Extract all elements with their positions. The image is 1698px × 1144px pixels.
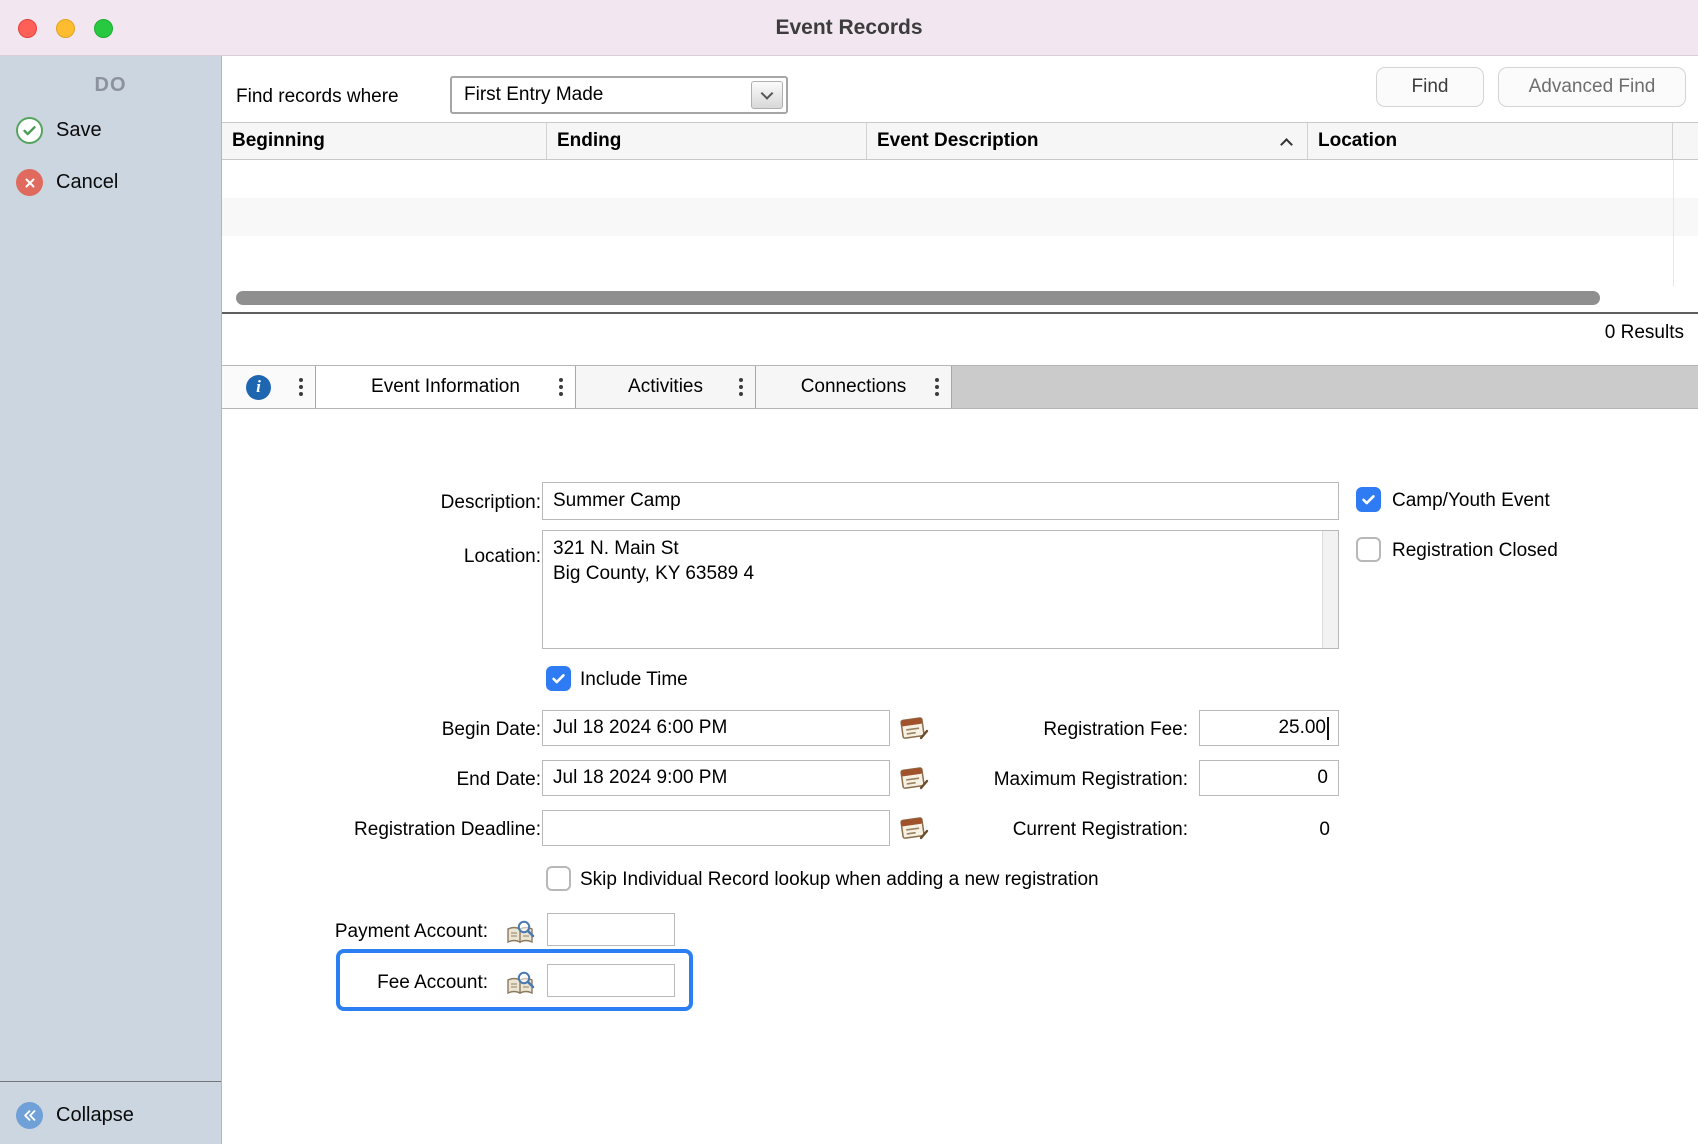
chevron-down-icon bbox=[761, 87, 774, 100]
column-header-location[interactable]: Location bbox=[1308, 123, 1673, 159]
scrollbar-corner bbox=[1673, 123, 1698, 159]
end-date-label: End Date: bbox=[241, 769, 541, 791]
skip-lookup-label: Skip Individual Record lookup when addin… bbox=[580, 869, 1099, 891]
tab-activities[interactable]: Activities bbox=[576, 366, 756, 408]
sidebar-header: DO bbox=[0, 74, 221, 97]
tab-strip: i Event Information Activities Connectio… bbox=[222, 365, 1698, 409]
registration-deadline-label: Registration Deadline: bbox=[241, 819, 541, 841]
camp-youth-event-label: Camp/Youth Event bbox=[1392, 490, 1550, 512]
skip-lookup-checkbox[interactable] bbox=[546, 866, 571, 891]
payment-account-input[interactable] bbox=[547, 913, 675, 946]
current-registration-value: 0 bbox=[1199, 819, 1330, 841]
tab-connections[interactable]: Connections bbox=[756, 366, 952, 408]
fee-account-input[interactable] bbox=[547, 964, 675, 997]
advanced-find-button[interactable]: Advanced Find bbox=[1498, 67, 1686, 107]
include-time-label: Include Time bbox=[580, 669, 688, 691]
column-header-event-description[interactable]: Event Description bbox=[867, 123, 1308, 159]
payment-account-label: Payment Account: bbox=[188, 921, 488, 943]
collapse-sidebar-button[interactable]: Collapse bbox=[16, 1102, 134, 1129]
begin-date-label: Begin Date: bbox=[241, 719, 541, 741]
include-time-checkbox[interactable] bbox=[546, 666, 571, 691]
tab-event-information-label: Event Information bbox=[371, 376, 520, 398]
sidebar-divider bbox=[0, 1081, 221, 1082]
date-picker-icon[interactable] bbox=[897, 764, 929, 792]
double-chevron-left-circle-icon bbox=[16, 1102, 43, 1129]
table-row bbox=[222, 198, 1698, 236]
location-text: 321 N. Main St Big County, KY 63589 4 bbox=[553, 536, 1312, 644]
check-circle-icon bbox=[16, 117, 43, 144]
registration-deadline-input[interactable] bbox=[542, 810, 890, 846]
table-row bbox=[222, 236, 1698, 274]
vertical-ellipsis-icon[interactable] bbox=[739, 385, 743, 389]
find-field-dropdown-value: First Entry Made bbox=[464, 78, 603, 112]
camp-youth-event-checkbox[interactable] bbox=[1356, 487, 1381, 512]
registration-fee-value: 25.00 bbox=[1278, 717, 1326, 739]
table-bottom-border bbox=[222, 312, 1698, 314]
results-table-header: Beginning Ending Event Description Locat… bbox=[222, 122, 1698, 160]
date-picker-icon[interactable] bbox=[897, 814, 929, 842]
location-textarea[interactable]: 321 N. Main St Big County, KY 63589 4 bbox=[542, 530, 1339, 649]
begin-date-input[interactable] bbox=[542, 710, 890, 746]
results-count: 0 Results bbox=[1605, 322, 1684, 344]
registration-fee-label: Registration Fee: bbox=[938, 719, 1188, 741]
cancel-button[interactable]: Cancel bbox=[16, 169, 118, 196]
account-lookup-icon[interactable] bbox=[505, 971, 535, 996]
maximum-registration-label: Maximum Registration: bbox=[938, 769, 1188, 791]
column-header-event-description-label: Event Description bbox=[877, 130, 1039, 151]
vertical-scrollbar-track[interactable] bbox=[1673, 160, 1698, 286]
fee-account-label: Fee Account: bbox=[188, 972, 488, 994]
description-label: Description: bbox=[241, 492, 541, 514]
column-header-ending[interactable]: Ending bbox=[547, 123, 867, 159]
maximum-registration-input[interactable] bbox=[1199, 760, 1339, 796]
tab-connections-label: Connections bbox=[801, 376, 907, 398]
table-row bbox=[222, 160, 1698, 198]
description-input[interactable] bbox=[542, 482, 1339, 520]
window-title: Event Records bbox=[0, 0, 1698, 56]
registration-fee-input[interactable]: 25.00 bbox=[1199, 710, 1339, 746]
text-cursor bbox=[1327, 717, 1329, 740]
find-button[interactable]: Find bbox=[1376, 67, 1484, 107]
save-button[interactable]: Save bbox=[16, 117, 102, 144]
vertical-ellipsis-icon[interactable] bbox=[559, 385, 563, 389]
vertical-ellipsis-icon[interactable] bbox=[299, 385, 303, 389]
event-records-window: Event Records DO Save Cancel Collapse Fi… bbox=[0, 0, 1698, 1144]
vertical-ellipsis-icon[interactable] bbox=[935, 385, 939, 389]
account-lookup-icon[interactable] bbox=[505, 920, 535, 945]
date-picker-icon[interactable] bbox=[897, 714, 929, 742]
column-header-beginning[interactable]: Beginning bbox=[222, 123, 547, 159]
find-field-dropdown[interactable]: First Entry Made bbox=[450, 76, 788, 114]
record-info-segment[interactable]: i bbox=[222, 366, 316, 408]
sort-ascending-icon bbox=[1280, 138, 1293, 151]
location-label: Location: bbox=[241, 546, 541, 568]
title-bar: Event Records bbox=[0, 0, 1698, 56]
cancel-button-label: Cancel bbox=[56, 171, 118, 194]
textarea-scrollbar-track[interactable] bbox=[1322, 531, 1338, 648]
results-table-body[interactable] bbox=[222, 160, 1698, 286]
save-button-label: Save bbox=[56, 119, 102, 142]
collapse-button-label: Collapse bbox=[56, 1104, 134, 1127]
tab-activities-label: Activities bbox=[628, 376, 703, 398]
tab-event-information[interactable]: Event Information bbox=[316, 366, 576, 408]
end-date-input[interactable] bbox=[542, 760, 890, 796]
registration-closed-label: Registration Closed bbox=[1392, 540, 1558, 562]
horizontal-scrollbar-thumb[interactable] bbox=[236, 291, 1600, 305]
current-registration-label: Current Registration: bbox=[938, 819, 1188, 841]
x-circle-icon bbox=[16, 169, 43, 196]
dropdown-button[interactable] bbox=[751, 81, 783, 109]
find-records-where-label: Find records where bbox=[236, 86, 399, 108]
tab-strip-filler bbox=[952, 366, 1698, 408]
registration-closed-checkbox[interactable] bbox=[1356, 537, 1381, 562]
info-circle-icon[interactable]: i bbox=[246, 375, 271, 400]
